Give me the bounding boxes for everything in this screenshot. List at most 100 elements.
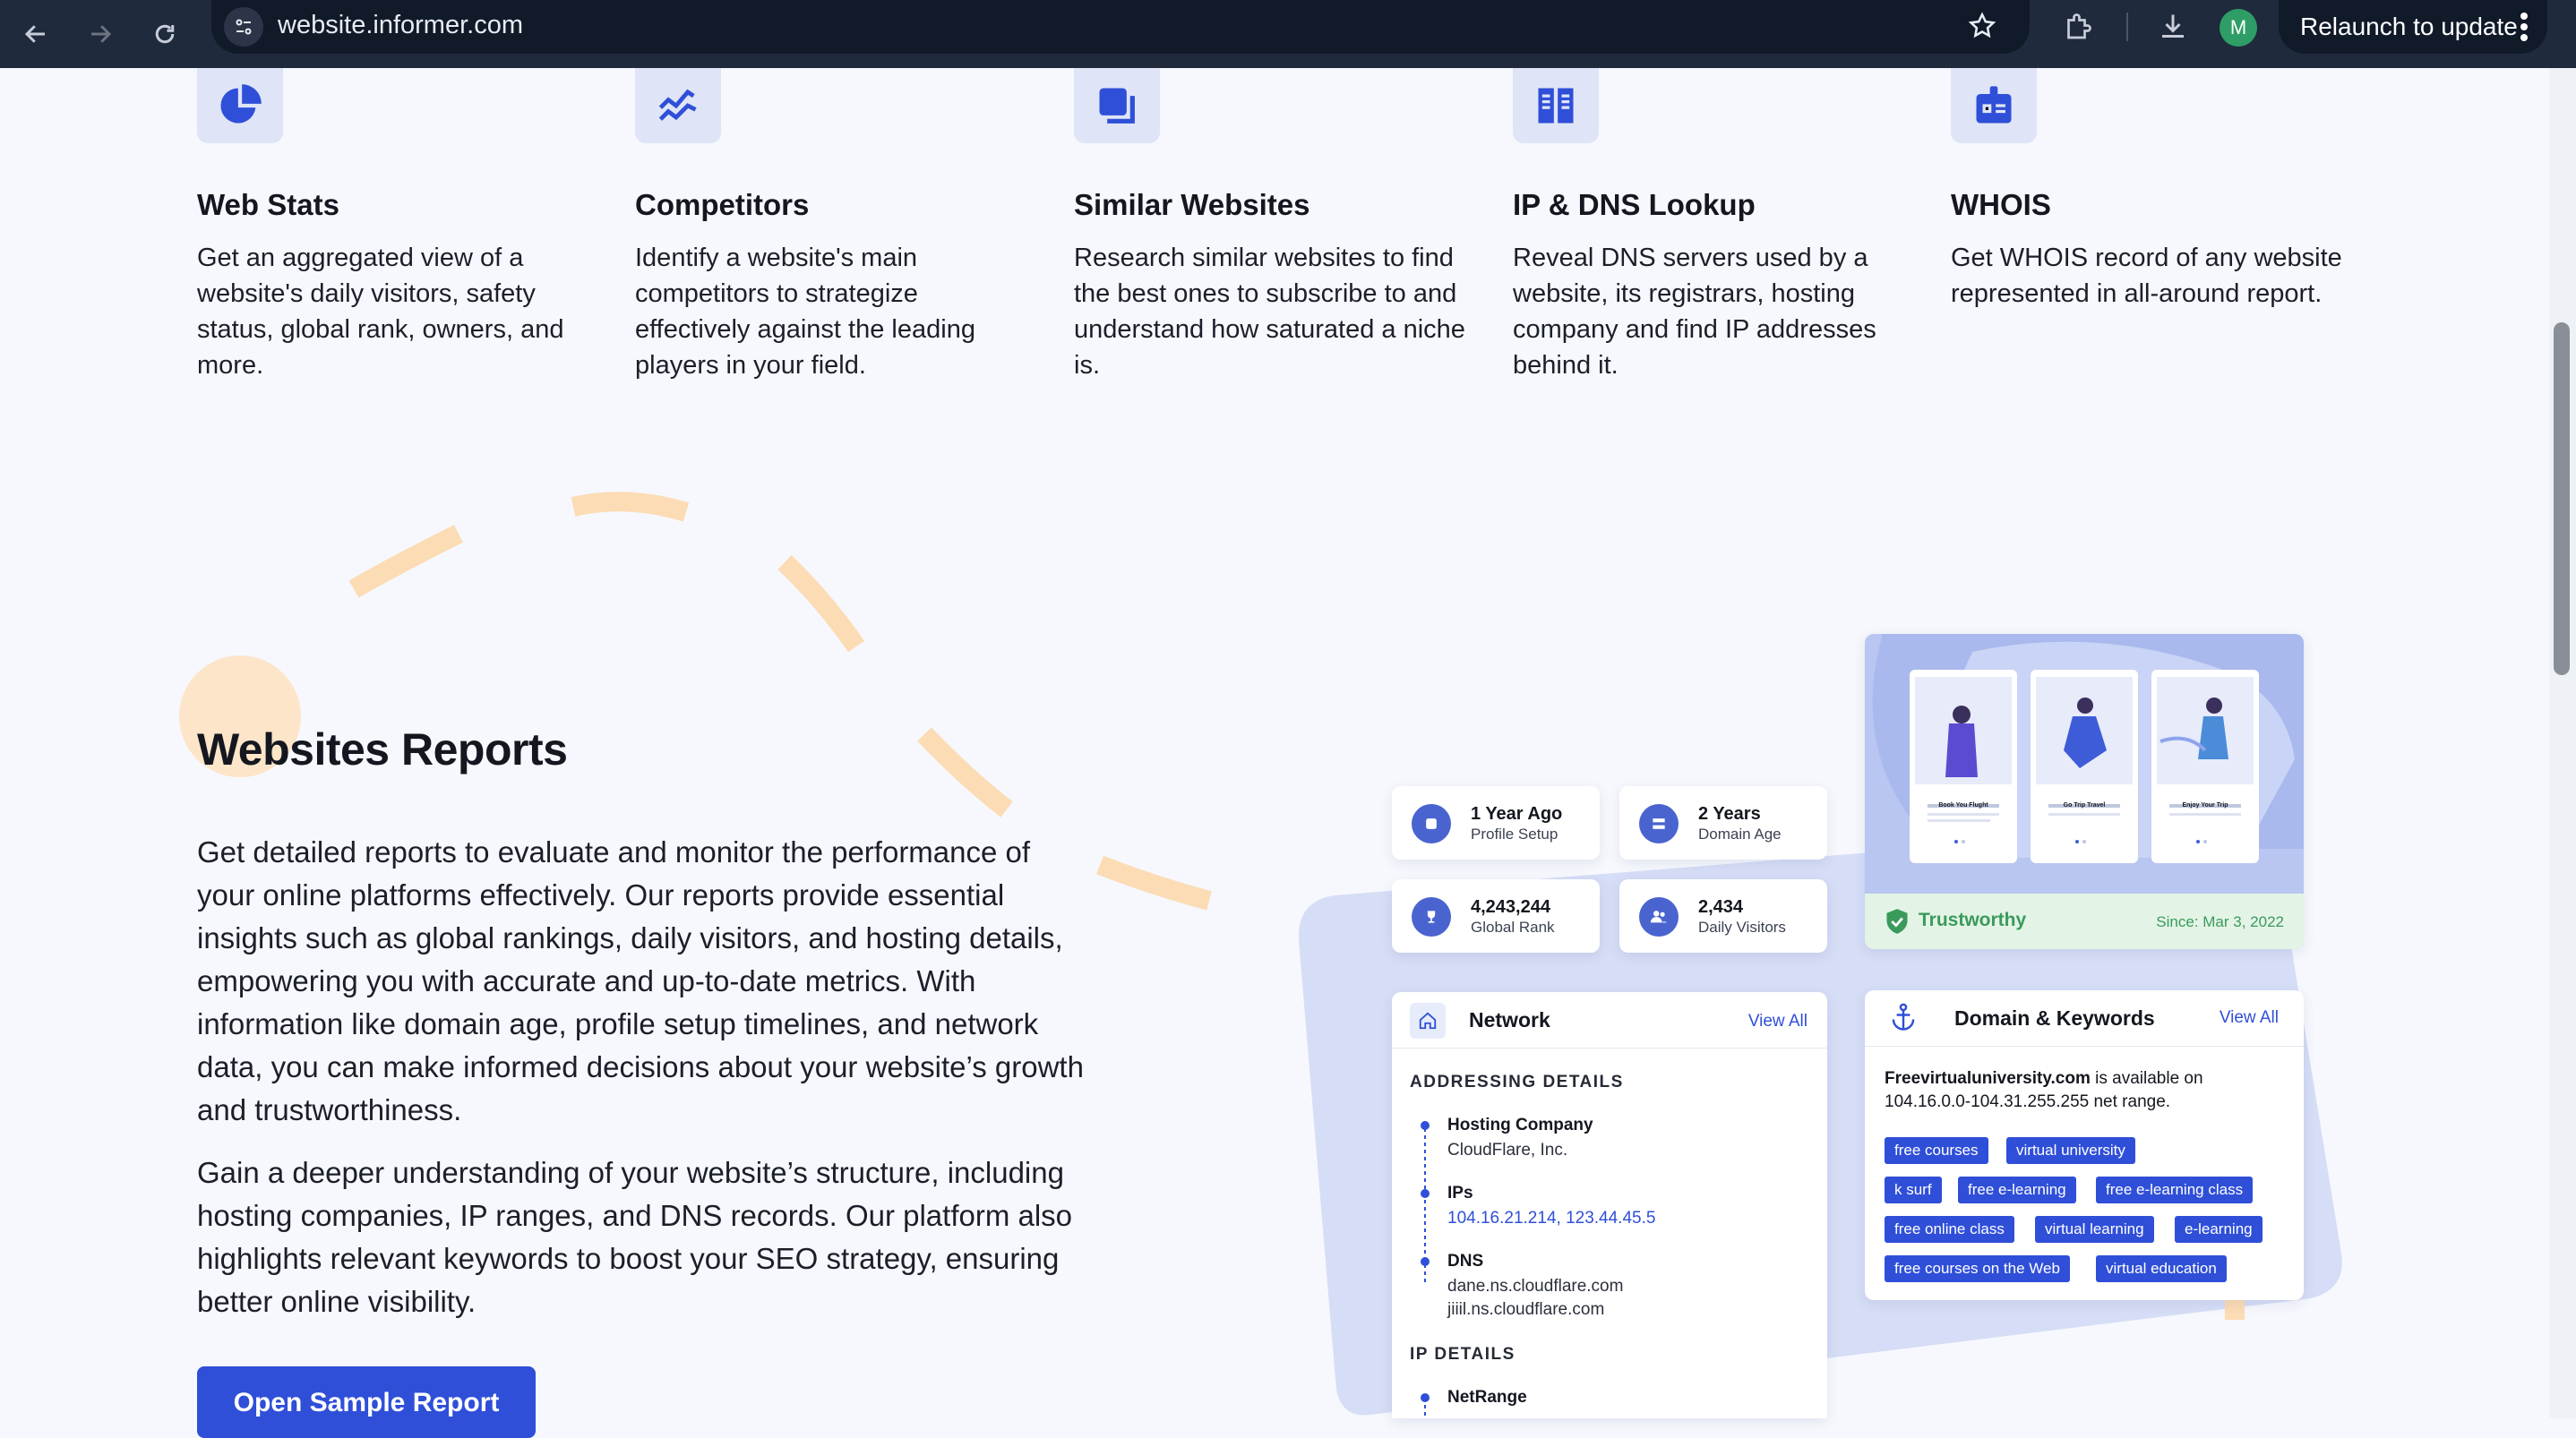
feature-title: Web Stats [197,188,339,221]
server-icon [1639,804,1679,843]
hosting-company-value: CloudFlare, Inc. [1447,1141,1568,1160]
site-info-icon[interactable] [224,7,263,47]
domain-net-range: 104.16.0.0-104.31.255.255 net range. [1885,1092,2171,1111]
feature-title: Competitors [635,188,810,221]
keyword-tag[interactable]: free online class [1885,1216,2014,1243]
keyword-tag[interactable]: virtual university [2006,1137,2135,1164]
page-scrollbar[interactable] [2549,68,2576,1418]
feature-desc: Reveal DNS servers used by a website, it… [1513,244,1876,380]
keyword-tag[interactable]: free e-learning [1958,1177,2076,1203]
trend-chart-icon [635,68,721,143]
forward-button[interactable] [79,13,122,56]
ip-details-header: IP DETAILS [1410,1345,1516,1364]
relaunch-button[interactable]: Relaunch to update [2279,0,2547,54]
trust-bar: Trustworthy Since: Mar 3, 2022 [1865,894,2304,949]
profile-avatar[interactable]: M [2220,9,2257,47]
preview-illustration [1872,634,2304,863]
feature-desc: Get WHOIS record of any website represen… [1951,244,2342,308]
anchor-icon [1890,1003,1917,1036]
id-badge-icon [1951,68,2037,143]
timeline-line [1421,1121,1430,1282]
reload-icon [155,24,175,44]
browser-toolbar: website.informer.com M Relaunch to updat… [0,0,2576,68]
netrange-label: NetRange [1447,1388,1527,1407]
feature-desc: Get an aggregated view of a website's da… [197,244,564,380]
keyword-tag[interactable]: virtual education [2096,1255,2227,1282]
download-icon[interactable] [2157,11,2189,47]
keyword-tag[interactable]: virtual learning [2035,1216,2154,1243]
network-header: Network View All [1392,992,1827,1049]
extensions-icon[interactable] [2062,11,2094,47]
network-card: Network View All ADDRESSING DETAILS Host… [1392,992,1827,1418]
preview-screen-title: Book You Flught [1938,802,1988,809]
more-vert-icon [2520,13,2528,41]
domain-header: Domain & Keywords View All [1865,990,2304,1047]
bookmark-star-icon[interactable] [1967,11,1997,46]
home-icon [1410,1003,1446,1039]
keyword-tag[interactable]: free courses [1885,1137,1988,1164]
keyword-tag[interactable]: k surf [1885,1177,1942,1203]
stat-value: 1 Year Ago [1471,804,1563,824]
feature-title: Similar Websites [1074,188,1310,221]
toolbar-divider [2126,13,2128,41]
stat-value: 2 Years [1698,804,1761,824]
network-title: Network [1469,1008,1550,1031]
stat-card-profile-setup: 1 Year Ago Profile Setup [1392,786,1600,860]
stat-label: Domain Age [1698,826,1782,843]
dns-server-1: dane.ns.cloudflare.com [1447,1277,1624,1296]
url-text: website.informer.com [278,11,523,39]
stat-label: Daily Visitors [1698,919,1786,936]
stat-card-domain-age: 2 Years Domain Age [1619,786,1827,860]
preview-screen-title: Go Trip Travel [2063,802,2106,809]
address-bar[interactable]: website.informer.com [211,0,2030,54]
open-sample-report-button[interactable]: Open Sample Report [197,1366,536,1438]
refresh-icon [1412,804,1451,843]
keyword-tag[interactable]: e-learning [2175,1216,2263,1243]
domain-name: Freevirtualuniversity.com [1885,1069,2091,1088]
reports-paragraph-2: Gain a deeper understanding of your webs… [197,1156,1073,1318]
stat-label: Profile Setup [1471,826,1558,843]
domain-title: Domain & Keywords [1954,1006,2155,1030]
feature-desc: Identify a website's main competitors to… [635,244,975,380]
domain-availability-line: Freevirtualuniversity.com is available o… [1885,1069,2203,1089]
preview-screen-title: Enjoy Your Trip [2182,802,2228,809]
feature-desc: Research similar websites to find the be… [1074,244,1465,380]
stat-value: 2,434 [1698,897,1744,917]
copy-icon [1074,68,1160,143]
stat-card-daily-visitors: 2,434 Daily Visitors [1619,879,1827,953]
trophy-icon [1412,897,1451,937]
relaunch-label: Relaunch to update [2300,13,2518,40]
network-view-all-link[interactable]: View All [1748,1012,1807,1031]
ips-label: IPs [1447,1184,1473,1203]
back-button[interactable] [14,13,57,56]
stat-card-global-rank: 4,243,244 Global Rank [1392,879,1600,953]
trust-label: Trustworthy [1919,910,2027,930]
arrow-right-icon [91,25,112,43]
stat-label: Global Rank [1471,919,1555,936]
columns-icon [1513,68,1599,143]
section-heading: Websites Reports [197,724,568,775]
arrow-left-icon [24,25,45,43]
users-icon [1639,897,1679,937]
shield-check-icon [1886,909,1908,934]
domain-keywords-card: Domain & Keywords View All Freevirtualun… [1865,990,2304,1300]
domain-view-all-link[interactable]: View All [2220,1008,2279,1028]
keyword-tag[interactable]: free e-learning class [2096,1177,2254,1203]
feature-title: IP & DNS Lookup [1513,188,1756,221]
scrollbar-thumb[interactable] [2554,322,2570,675]
dns-server-2: jiiil.ns.cloudflare.com [1447,1300,1605,1319]
website-preview-card: Book You Flught Go Trip Travel Enjoy You… [1865,634,2304,949]
domain-availability-text: is available on [2090,1069,2203,1088]
trust-since: Since: Mar 3, 2022 [2156,913,2284,930]
pie-chart-icon [197,68,283,143]
ips-value[interactable]: 104.16.21.214, 123.44.45.5 [1447,1209,1655,1228]
timeline-dot [1421,1393,1430,1418]
keyword-tag[interactable]: free courses on the Web [1885,1255,2070,1282]
feature-title: WHOIS [1951,188,2051,221]
reports-paragraph-1: Get detailed reports to evaluate and mon… [197,835,1084,1126]
reload-button[interactable] [143,13,186,56]
dns-label: DNS [1447,1252,1484,1271]
stat-value: 4,243,244 [1471,897,1550,917]
addressing-details-header: ADDRESSING DETAILS [1410,1073,1624,1091]
hosting-company-label: Hosting Company [1447,1116,1593,1134]
